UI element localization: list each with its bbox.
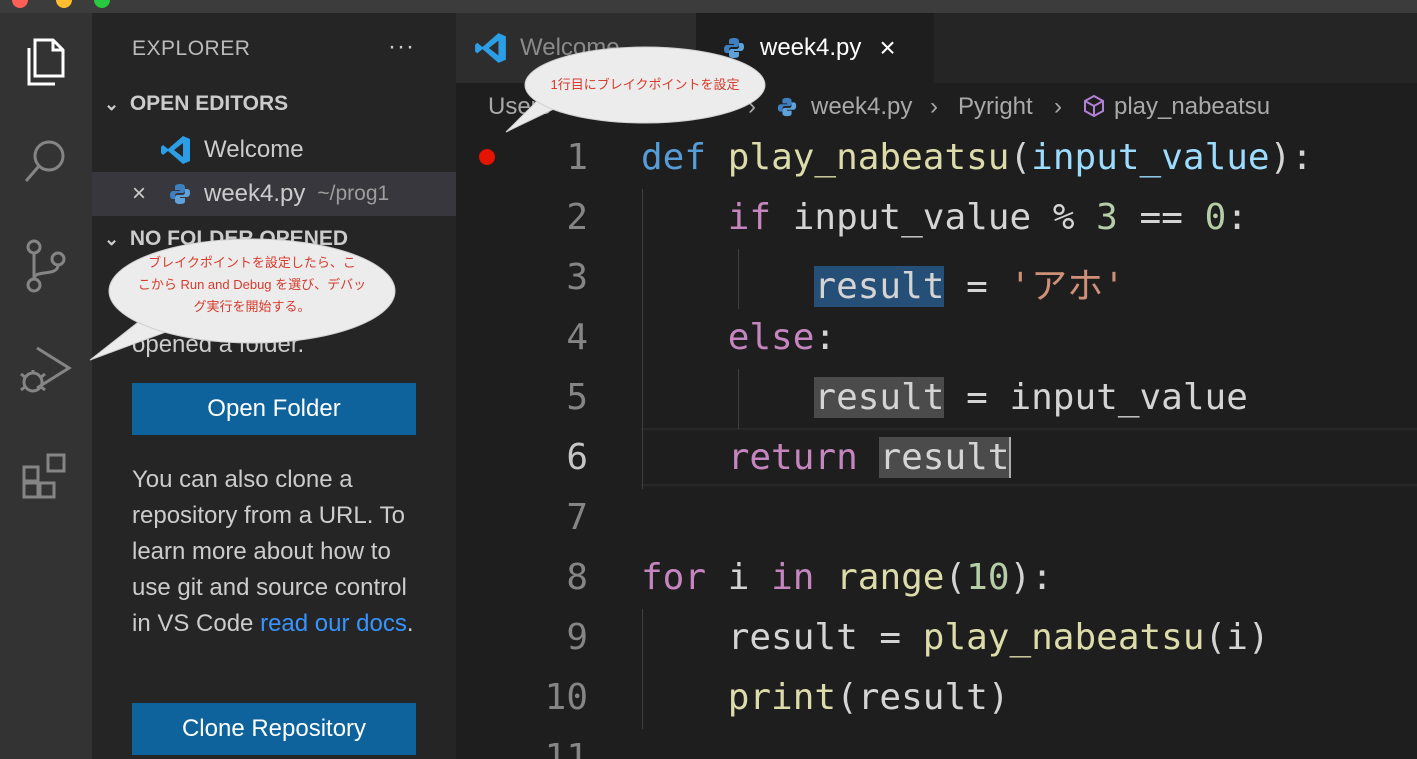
open-editor-label: week4.py bbox=[204, 180, 306, 207]
line-number: 1 bbox=[566, 137, 588, 178]
clone-description: You can also clone a repository from a U… bbox=[132, 462, 432, 642]
open-folder-button[interactable]: Open Folder bbox=[132, 383, 416, 435]
debug-callout: ブレイクポイントを設定したら、こ こから Run and Debug を選び、デ… bbox=[86, 236, 400, 364]
open-editor-item-week4[interactable]: × week4.py ~/prog1 bbox=[92, 172, 456, 216]
clone-description-end: . bbox=[406, 610, 414, 637]
line-number: 9 bbox=[566, 617, 588, 658]
debug-callout-line: こから Run and Debug を選び、デバッ bbox=[137, 277, 367, 292]
code-line: if input_value % 3 == 0: bbox=[727, 197, 1248, 238]
open-editors-section[interactable]: ⌄ OPEN EDITORS bbox=[104, 92, 288, 116]
close-window-icon[interactable] bbox=[12, 0, 28, 8]
code-line: result = input_value bbox=[814, 377, 1248, 418]
python-icon bbox=[168, 182, 192, 206]
line-number: 2 bbox=[566, 197, 588, 238]
open-editor-path: ~/prog1 bbox=[317, 182, 390, 205]
debug-callout-line: ブレイクポイントを設定したら、こ bbox=[148, 255, 356, 270]
open-editor-label: Welcome bbox=[204, 136, 304, 163]
line-number: 5 bbox=[566, 377, 588, 418]
line-number: 3 bbox=[566, 257, 588, 298]
line-number: 6 bbox=[566, 437, 588, 478]
breadcrumb-module[interactable]: Pyright bbox=[958, 93, 1033, 121]
minimize-window-icon[interactable] bbox=[56, 0, 72, 8]
clone-repository-button[interactable]: Clone Repository bbox=[132, 703, 416, 755]
breakpoint-callout: 1行目にブレイクポイントを設定 bbox=[500, 44, 770, 136]
activity-bar bbox=[0, 13, 92, 759]
search-icon[interactable] bbox=[14, 131, 76, 193]
run-and-debug-icon[interactable] bbox=[14, 339, 76, 401]
open-editors-header: OPEN EDITORS bbox=[129, 92, 289, 115]
more-actions-icon[interactable]: ··· bbox=[388, 33, 415, 61]
debug-callout-line: グ実行を開始する。 bbox=[193, 299, 311, 314]
tab-label: week4.py bbox=[760, 34, 862, 61]
read-docs-link[interactable]: read our docs bbox=[260, 610, 407, 637]
close-icon[interactable]: × bbox=[879, 32, 895, 64]
explorer-icon[interactable] bbox=[14, 31, 76, 93]
title-bar bbox=[0, 0, 1417, 13]
breadcrumb-symbol[interactable]: play_nabeatsu bbox=[1114, 93, 1270, 121]
chevron-right-icon: › bbox=[1054, 93, 1062, 120]
code-line: def play_nabeatsu(input_value): bbox=[641, 137, 1313, 178]
line-number: 11 bbox=[544, 737, 588, 759]
breakpoint-callout-text: 1行目にブレイクポイントを設定 bbox=[550, 77, 740, 92]
explorer-sidebar: EXPLORER ··· ⌄ OPEN EDITORS Welcome × we… bbox=[92, 13, 456, 759]
open-editor-item-welcome[interactable]: Welcome bbox=[92, 128, 456, 172]
line-number: 8 bbox=[566, 557, 588, 598]
extensions-icon[interactable] bbox=[14, 445, 76, 507]
line-number: 7 bbox=[566, 497, 588, 538]
text-cursor bbox=[1009, 437, 1012, 478]
source-control-icon[interactable] bbox=[14, 235, 76, 297]
code-line: print(result) bbox=[727, 677, 1010, 718]
close-icon[interactable]: × bbox=[132, 180, 156, 208]
symbol-method-icon bbox=[1082, 94, 1106, 118]
code-line: result = 'アホ' bbox=[814, 266, 1125, 307]
chevron-down-icon: ⌄ bbox=[104, 94, 120, 114]
breakpoint-icon[interactable] bbox=[479, 149, 495, 165]
code-editor[interactable]: 1 2 3 4 5 6 7 8 9 10 11 def play_nabeats… bbox=[456, 129, 1417, 759]
code-line: for i in range(10): bbox=[641, 557, 1053, 598]
code-line: return result bbox=[727, 437, 1012, 478]
chevron-right-icon: › bbox=[930, 93, 938, 120]
line-number: 10 bbox=[544, 677, 588, 718]
line-number: 4 bbox=[566, 317, 588, 358]
python-icon bbox=[776, 96, 798, 118]
breadcrumb-file[interactable]: week4.py bbox=[811, 93, 912, 121]
sidebar-title: EXPLORER bbox=[132, 37, 251, 60]
code-line: else: bbox=[727, 317, 837, 358]
vscode-icon bbox=[160, 134, 192, 166]
code-line: result = play_nabeatsu(i) bbox=[641, 617, 1270, 658]
maximize-window-icon[interactable] bbox=[94, 0, 110, 8]
